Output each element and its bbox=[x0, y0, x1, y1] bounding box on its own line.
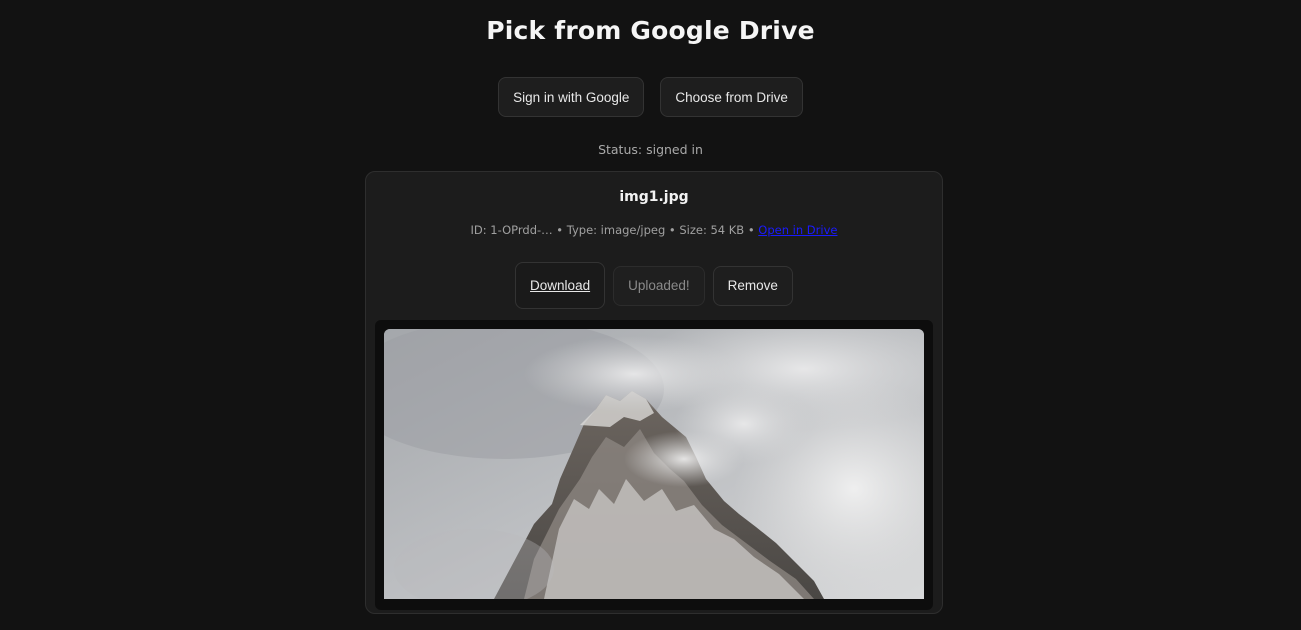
status-text: Status: signed in bbox=[598, 142, 703, 157]
preview-frame bbox=[375, 320, 933, 610]
image-preview bbox=[384, 329, 924, 599]
file-card: img1.jpg ID: 1-OPrdd-… • Type: image/jpe… bbox=[365, 171, 943, 614]
open-in-drive-link[interactable]: Open in Drive bbox=[758, 223, 837, 237]
remove-button[interactable]: Remove bbox=[712, 265, 793, 306]
mountain-photo bbox=[384, 329, 924, 599]
file-meta-text: ID: 1-OPrdd-… • Type: image/jpeg • Size:… bbox=[470, 223, 759, 237]
file-meta: ID: 1-OPrdd-… • Type: image/jpeg • Size:… bbox=[366, 223, 942, 237]
file-actions: Download Uploaded! Remove bbox=[366, 262, 942, 309]
sign-in-button[interactable]: Sign in with Google bbox=[498, 77, 645, 117]
uploaded-button: Uploaded! bbox=[613, 265, 705, 306]
choose-from-drive-button[interactable]: Choose from Drive bbox=[660, 77, 803, 117]
download-button[interactable]: Download bbox=[515, 262, 606, 309]
top-actions: Sign in with Google Choose from Drive bbox=[0, 77, 1301, 117]
file-name: img1.jpg bbox=[619, 189, 689, 205]
page: Pick from Google Drive Sign in with Goog… bbox=[0, 0, 1301, 630]
page-title: Pick from Google Drive bbox=[486, 16, 815, 45]
